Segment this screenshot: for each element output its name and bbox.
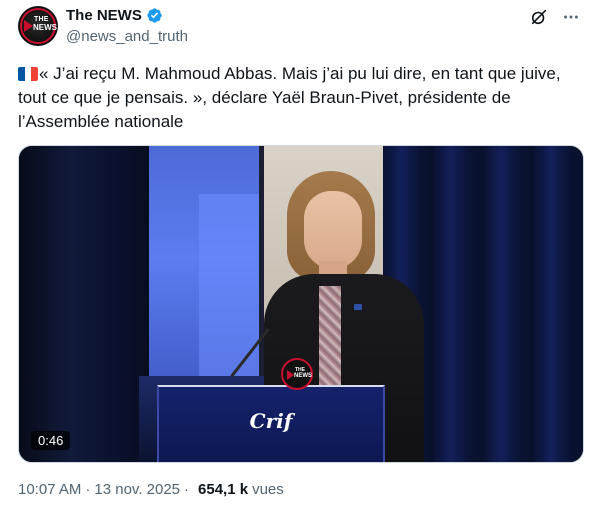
avatar-text-news: NEWS [33,23,57,32]
tweet-date[interactable]: 13 nov. 2025 [94,481,180,498]
lectern-logo: Crif [249,409,293,433]
top-actions [530,8,580,26]
author-name-row: The NEWS [66,7,163,24]
more-icon[interactable] [562,8,580,26]
tweet-body: « J’ai reçu M. Mahmoud Abbas. Mais j’ai … [18,64,561,131]
views-label: vues [252,481,284,498]
verified-badge-icon[interactable] [146,7,163,24]
speaker-face [304,191,362,269]
lectern: Crif [157,385,385,462]
meta-separator-2: · [184,481,190,498]
author-handle[interactable]: @news_and_truth [66,28,188,45]
tweet-text: « J’ai reçu M. Mahmoud Abbas. Mais j’ai … [18,62,584,134]
play-icon [24,20,33,32]
curtain-left [19,146,149,462]
grok-icon[interactable] [530,8,548,26]
tweet-time[interactable]: 10:07 AM [18,481,81,498]
speaker-blouse [319,286,341,396]
lapel-pin [354,304,362,310]
views-count[interactable]: 654,1 k [198,481,248,498]
display-name[interactable]: The NEWS [66,7,142,24]
watermark-text-news: NEWS [294,373,312,379]
video-player[interactable]: Crif THE NEWS 0:46 [18,145,584,463]
tweet-card[interactable]: THE NEWS The NEWS @news_and_truth « J’ai… [0,0,598,513]
france-flag-icon [18,67,38,81]
stage-glow [199,194,259,394]
news-watermark: THE NEWS [281,358,313,390]
video-duration: 0:46 [31,431,71,450]
tweet-meta: 10:07 AM · 13 nov. 2025 · 654,1 k vues [18,481,284,498]
avatar[interactable]: THE NEWS [18,6,58,46]
meta-separator: · [85,481,91,498]
watermark-play-icon [287,370,294,380]
avatar-text-the: THE [34,16,49,23]
